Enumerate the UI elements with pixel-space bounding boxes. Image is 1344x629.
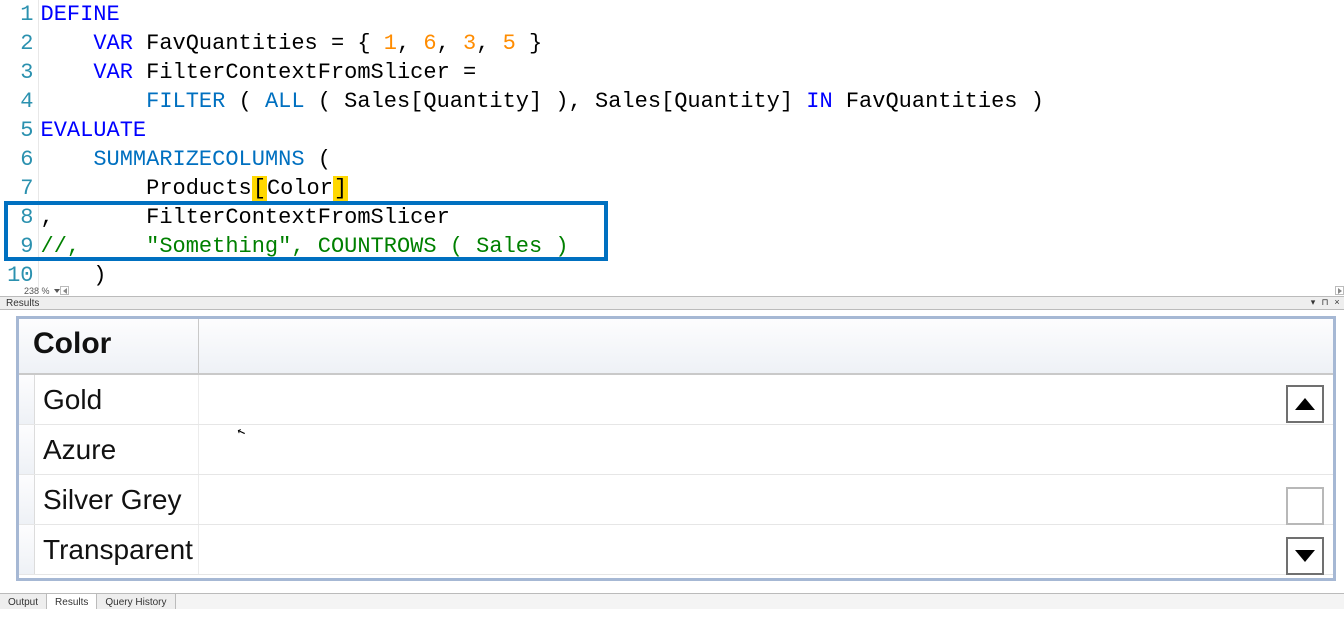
line-number: 2 — [0, 29, 38, 58]
chevron-up-icon — [1295, 398, 1315, 410]
table-row[interactable]: Azure — [19, 425, 1333, 475]
code-line[interactable]: VAR FavQuantities = { 1, 6, 3, 5 } — [38, 29, 1344, 58]
line-number: 6 — [0, 145, 38, 174]
row-handle[interactable] — [19, 475, 35, 524]
grid-vertical-scrollbar[interactable] — [1285, 385, 1325, 575]
cell-color[interactable]: Gold — [35, 375, 199, 424]
code-editor[interactable]: 1DEFINE2 VAR FavQuantities = { 1, 6, 3, … — [0, 0, 1344, 296]
table-row[interactable]: Transparent — [19, 525, 1333, 575]
tab-query-history[interactable]: Query History — [97, 594, 175, 609]
code-line[interactable]: VAR FilterContextFromSlicer = — [38, 58, 1344, 87]
table-row[interactable]: Gold — [19, 375, 1333, 425]
cell-color[interactable]: Azure — [35, 425, 199, 474]
zoom-indicator[interactable]: 238 % — [24, 286, 60, 296]
row-handle[interactable] — [19, 375, 35, 424]
code-line[interactable]: DEFINE — [38, 0, 1344, 29]
code-line[interactable]: , FilterContextFromSlicer — [38, 203, 1344, 232]
code-line[interactable]: Products[Color] — [38, 174, 1344, 203]
line-number: 9 — [0, 232, 38, 261]
bottom-tab-bar: Output Results Query History — [0, 593, 1344, 609]
column-header-empty — [199, 319, 1333, 373]
code-line[interactable]: SUMMARIZECOLUMNS ( — [38, 145, 1344, 174]
line-number: 4 — [0, 87, 38, 116]
code-line[interactable]: FILTER ( ALL ( Sales[Quantity] ), Sales[… — [38, 87, 1344, 116]
row-handle[interactable] — [19, 425, 35, 474]
tab-results[interactable]: Results — [47, 594, 97, 609]
table-row[interactable]: Silver Grey — [19, 475, 1333, 525]
panel-close-icon[interactable]: × — [1332, 297, 1342, 308]
chevron-down-icon — [1295, 550, 1315, 562]
grid-header-row: Color — [19, 319, 1333, 375]
scroll-thumb[interactable] — [1286, 487, 1324, 525]
scroll-left-button[interactable] — [60, 286, 69, 295]
line-number: 3 — [0, 58, 38, 87]
results-grid[interactable]: Color GoldAzureSilver GreyTransparent ↖ — [16, 316, 1336, 581]
panel-pin-icon[interactable]: ⊓ — [1320, 297, 1330, 308]
horizontal-scrollbar[interactable] — [60, 286, 1344, 296]
line-number: 1 — [0, 0, 38, 29]
scroll-down-button[interactable] — [1286, 537, 1324, 575]
row-handle[interactable] — [19, 525, 35, 574]
code-line[interactable]: //, "Something", COUNTROWS ( Sales ) — [38, 232, 1344, 261]
tab-output[interactable]: Output — [0, 594, 47, 609]
scroll-up-button[interactable] — [1286, 385, 1324, 423]
code-line[interactable]: EVALUATE — [38, 116, 1344, 145]
chevron-down-icon — [54, 289, 60, 293]
line-number: 5 — [0, 116, 38, 145]
cell-color[interactable]: Transparent — [35, 525, 199, 574]
cell-color[interactable]: Silver Grey — [35, 475, 199, 524]
results-panel-header: Results ▾ ⊓ × — [0, 296, 1344, 310]
zoom-label: 238 % — [24, 286, 50, 296]
results-panel-title: Results — [6, 298, 39, 309]
scroll-right-button[interactable] — [1335, 286, 1344, 295]
panel-dropdown-icon[interactable]: ▾ — [1308, 297, 1318, 308]
column-header-color[interactable]: Color — [19, 319, 199, 373]
line-number: 8 — [0, 203, 38, 232]
line-number: 7 — [0, 174, 38, 203]
results-panel: Color GoldAzureSilver GreyTransparent ↖ — [0, 310, 1344, 593]
